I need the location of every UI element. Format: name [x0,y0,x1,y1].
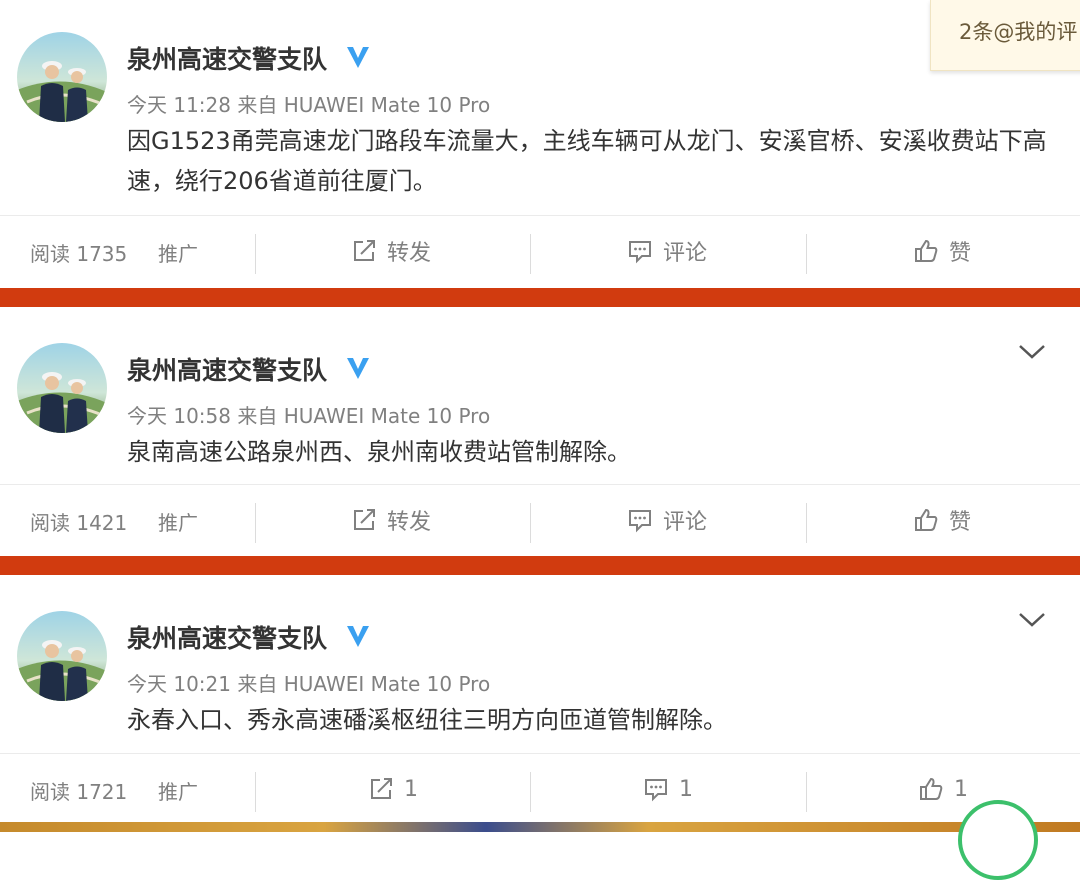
toolbar-separator [530,503,531,543]
comment-icon [629,241,651,264]
post-toolbar: 阅读 1721 推广 1 1 1 [0,754,1080,826]
promote-link[interactable]: 推广 [158,238,198,267]
author-avatar[interactable] [17,32,107,122]
repost-icon [354,240,375,261]
repost-button[interactable]: 转发 [351,505,431,535]
author-name[interactable]: 泉州高速交警支队 [127,619,327,655]
toolbar-separator [806,772,807,812]
notification-popup[interactable]: 2条@我的评 [930,0,1080,71]
post-text: 泉南高速公路泉州西、泉州南收费站管制解除。 [127,438,631,466]
post-meta: 今天 11:28 来自 HUAWEI Mate 10 Pro [127,93,491,117]
toolbar-separator [530,234,531,274]
like-count: 1 [954,776,968,802]
comment-button[interactable]: 评论 [627,236,707,266]
toolbar-separator [806,503,807,543]
promote-link[interactable]: 推广 [158,507,198,536]
repost-label: 转发 [387,241,432,266]
read-count: 阅读 1735 [30,242,128,266]
comment-label: 评论 [663,510,708,535]
chevron-down-icon[interactable] [1018,611,1046,629]
repost-icon [371,778,392,799]
verified-badge-icon [347,358,369,379]
post-3: 泉州高速交警支队 今天 10:21 来自 HUAWEI Mate 10 Pro … [0,575,1080,822]
post-1: 泉州高速交警支队 今天 11:28 来自 HUAWEI Mate 10 Pro … [0,0,1080,288]
promote-link[interactable]: 推广 [158,776,198,805]
like-icon [915,508,938,531]
repost-button[interactable]: 转发 [351,236,431,266]
read-count: 阅读 1421 [30,511,128,535]
post-toolbar: 阅读 1421 推广 转发 评论 赞 [0,485,1080,557]
post-toolbar: 阅读 1735 推广 转发 评论 赞 [0,216,1080,288]
author-name[interactable]: 泉州高速交警支队 [127,40,327,76]
post-2: 泉州高速交警支队 今天 10:58 来自 HUAWEI Mate 10 Pro … [0,307,1080,556]
repost-label: 转发 [387,510,432,535]
toolbar-separator [530,772,531,812]
author-avatar[interactable] [17,611,107,701]
like-icon [920,777,943,800]
comment-count: 1 [679,776,693,802]
floating-action-button[interactable] [958,800,1038,880]
post-meta: 今天 10:58 来自 HUAWEI Mate 10 Pro [127,404,491,428]
author-name[interactable]: 泉州高速交警支队 [127,351,327,387]
like-button[interactable]: 赞 [913,236,971,266]
toolbar-separator [255,234,256,274]
author-avatar[interactable] [17,343,107,433]
toolbar-separator [255,772,256,812]
comment-label: 评论 [663,241,708,266]
comment-button[interactable]: 评论 [627,505,707,535]
comment-button[interactable]: 1 [643,774,693,804]
like-button[interactable]: 1 [918,774,968,804]
post-meta: 今天 10:21 来自 HUAWEI Mate 10 Pro [127,672,491,696]
like-button[interactable]: 赞 [913,505,971,535]
read-count: 阅读 1721 [30,780,128,804]
comment-icon [629,510,651,533]
section-separator [0,288,1080,307]
comment-icon [645,779,667,802]
section-separator [0,556,1080,575]
verified-badge-icon [347,47,369,68]
toolbar-separator [255,503,256,543]
post-text: 永春入口、秀永高速磻溪枢纽往三明方向匝道管制解除。 [127,706,727,734]
verified-badge-icon [347,626,369,647]
toolbar-separator [806,234,807,274]
like-label: 赞 [949,241,972,266]
next-post-preview [0,822,1080,832]
like-label: 赞 [949,510,972,535]
post-text: 因G1523甬莞高速龙门路段车流量大，主线车辆可从龙门、安溪官桥、安溪收费站下高… [127,127,1047,195]
repost-icon [354,509,375,530]
repost-button[interactable]: 1 [368,774,418,804]
notification-text: 2条@我的评 [959,20,1078,44]
repost-count: 1 [404,776,418,802]
like-icon [915,239,938,262]
chevron-down-icon[interactable] [1018,343,1046,361]
